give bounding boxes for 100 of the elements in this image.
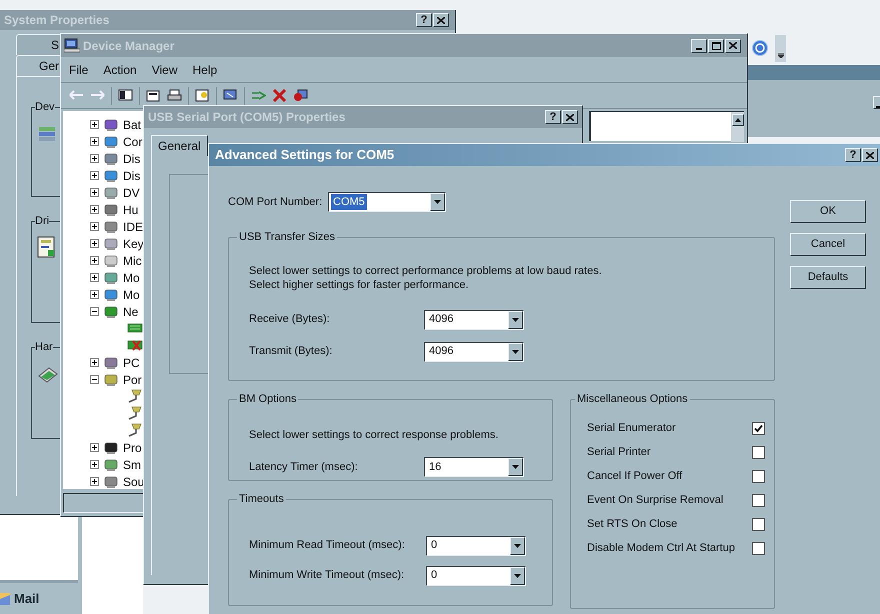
device-icon bbox=[103, 270, 119, 284]
device-icon bbox=[103, 118, 119, 132]
expand-icon[interactable] bbox=[90, 358, 99, 367]
group-title: Timeouts bbox=[238, 492, 285, 507]
tree-item[interactable]: Pro bbox=[123, 438, 142, 456]
scroll-up-button[interactable] bbox=[732, 114, 744, 126]
tree-item[interactable]: IDE bbox=[123, 218, 144, 236]
device-icon bbox=[103, 372, 119, 386]
properties-icon[interactable] bbox=[146, 89, 161, 102]
maximize-button[interactable] bbox=[708, 38, 724, 52]
close-button[interactable] bbox=[862, 148, 878, 162]
device-icon bbox=[103, 152, 119, 166]
dropdown[interactable]: 16 bbox=[424, 457, 524, 477]
checkbox-label: Set RTS On Close bbox=[587, 517, 678, 532]
expand-icon[interactable] bbox=[90, 273, 99, 282]
tree-item[interactable]: Bat bbox=[123, 116, 142, 134]
collapse-icon[interactable] bbox=[90, 375, 99, 384]
window-title: Device Manager bbox=[83, 38, 174, 54]
expand-icon[interactable] bbox=[90, 443, 99, 452]
dialog-button[interactable]: Cancel bbox=[790, 233, 866, 256]
help-button[interactable]: ? bbox=[545, 110, 561, 124]
expand-icon[interactable] bbox=[90, 290, 99, 299]
tree-item[interactable]: Mo bbox=[123, 286, 140, 304]
print-icon[interactable] bbox=[167, 89, 182, 102]
dialog-button[interactable]: Defaults bbox=[790, 266, 866, 289]
device-icon bbox=[103, 168, 119, 182]
expand-icon[interactable] bbox=[90, 239, 99, 248]
dropdown[interactable]: COM5 bbox=[328, 192, 446, 212]
tree-item[interactable]: Dis bbox=[123, 150, 140, 168]
checkbox-label: Cancel If Power Off bbox=[587, 469, 682, 484]
port-icon[interactable] bbox=[127, 406, 143, 421]
tree-item[interactable]: Dis bbox=[123, 166, 140, 184]
dropdown[interactable]: 0 bbox=[426, 536, 526, 556]
group-title: Miscellaneous Options bbox=[576, 392, 689, 407]
tree-item[interactable]: Hu bbox=[123, 200, 138, 218]
tree-item[interactable]: DV bbox=[123, 184, 140, 202]
expand-icon[interactable] bbox=[90, 188, 99, 197]
group-title: BM Options bbox=[238, 392, 298, 407]
close-button[interactable] bbox=[725, 38, 741, 52]
expand-icon[interactable] bbox=[90, 477, 99, 486]
checkbox[interactable] bbox=[752, 446, 765, 459]
tree-item[interactable]: Cor bbox=[123, 132, 142, 150]
tree-item[interactable]: Ne bbox=[123, 302, 138, 320]
menu-item[interactable]: Action bbox=[103, 60, 137, 78]
minimize-button[interactable] bbox=[691, 38, 707, 52]
x-icon[interactable] bbox=[272, 89, 287, 102]
checkbox[interactable] bbox=[752, 542, 765, 555]
checkbox[interactable] bbox=[752, 494, 765, 507]
expand-icon[interactable] bbox=[90, 222, 99, 231]
expand-icon[interactable] bbox=[90, 460, 99, 469]
dropdown[interactable]: 0 bbox=[426, 566, 526, 586]
group-title: Dri bbox=[35, 214, 50, 229]
monitor-icon[interactable] bbox=[223, 89, 238, 102]
caret-icon bbox=[434, 200, 441, 204]
checkbox[interactable] bbox=[752, 518, 765, 531]
device-icon bbox=[103, 304, 119, 318]
collapse-icon[interactable] bbox=[90, 307, 99, 316]
close-button[interactable] bbox=[562, 110, 578, 124]
checkbox[interactable] bbox=[752, 470, 765, 483]
expand-icon[interactable] bbox=[90, 120, 99, 129]
help-circle-icon[interactable] bbox=[752, 40, 768, 56]
checkbox-label: Serial Enumerator bbox=[587, 421, 676, 436]
tree-item[interactable]: Por bbox=[123, 370, 142, 388]
tree-item[interactable]: Sm bbox=[123, 456, 141, 474]
port-icon[interactable] bbox=[127, 389, 143, 404]
close-icon bbox=[566, 114, 574, 120]
expand-icon[interactable] bbox=[90, 154, 99, 163]
network-card-icon[interactable] bbox=[127, 323, 143, 334]
taskbar-item[interactable]: Mail bbox=[0, 580, 78, 614]
help-button[interactable]: ? bbox=[845, 148, 861, 162]
menu-item[interactable]: File bbox=[69, 60, 88, 78]
tree-item[interactable]: Mic bbox=[123, 252, 142, 270]
tree-item[interactable]: Key bbox=[123, 234, 144, 252]
tree-item[interactable]: PC bbox=[123, 354, 140, 372]
port-icon[interactable] bbox=[127, 423, 143, 438]
menu-item[interactable]: Help bbox=[192, 60, 218, 78]
close-button[interactable] bbox=[433, 13, 449, 27]
network-card-x-icon[interactable] bbox=[127, 340, 143, 351]
checkbox[interactable] bbox=[752, 422, 765, 435]
minimize-button[interactable] bbox=[873, 96, 880, 109]
expand-icon[interactable] bbox=[90, 171, 99, 180]
expand-icon[interactable] bbox=[90, 256, 99, 265]
expand-icon[interactable] bbox=[90, 137, 99, 146]
help-icon[interactable] bbox=[195, 89, 210, 102]
dialog-button[interactable]: OK bbox=[790, 200, 866, 223]
menu-item[interactable]: View bbox=[152, 60, 178, 78]
minimize-icon bbox=[876, 106, 880, 108]
menu-button[interactable] bbox=[775, 35, 786, 62]
dropdown[interactable]: 4096 bbox=[424, 342, 524, 362]
tree-item[interactable]: Mo bbox=[123, 268, 140, 286]
help-button[interactable]: ? bbox=[416, 13, 432, 27]
caret-icon bbox=[514, 574, 521, 578]
disable-icon[interactable] bbox=[293, 89, 308, 102]
tab[interactable]: S bbox=[16, 34, 62, 55]
expand-icon[interactable] bbox=[90, 205, 99, 214]
tab[interactable]: Ger bbox=[16, 55, 62, 76]
panel-icon[interactable] bbox=[118, 89, 133, 102]
maximize-icon bbox=[712, 42, 720, 50]
tab[interactable]: General bbox=[151, 135, 208, 156]
dropdown[interactable]: 4096 bbox=[424, 310, 524, 330]
